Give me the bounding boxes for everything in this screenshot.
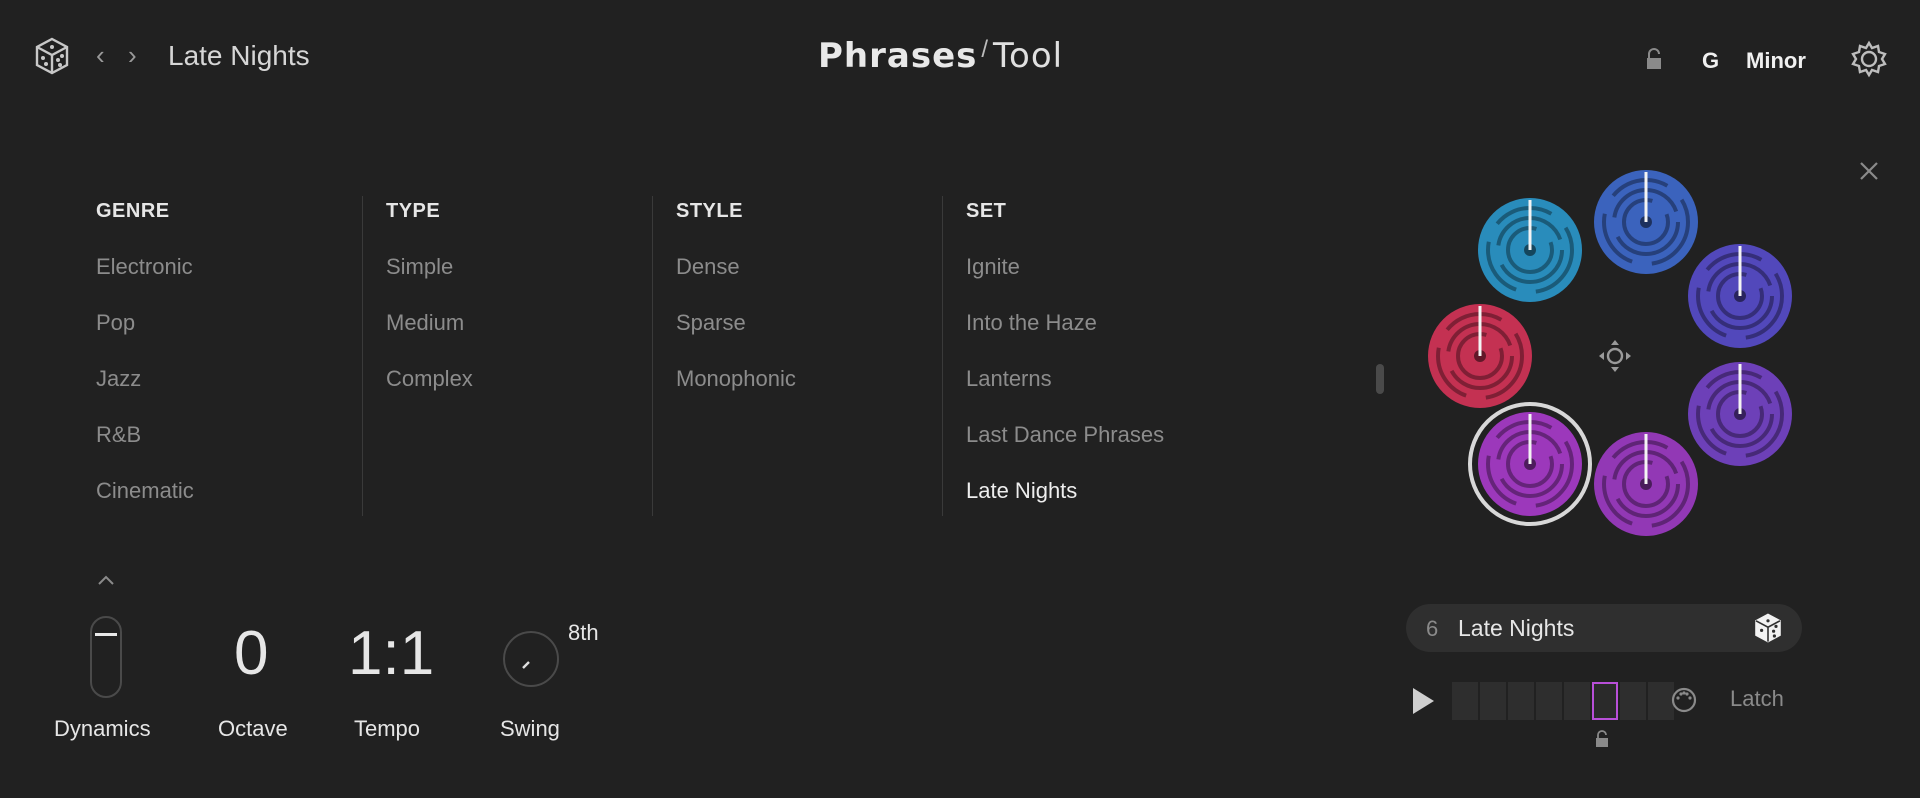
phrase-wheel[interactable] — [1400, 150, 1820, 550]
browser-item[interactable]: Jazz — [96, 366, 141, 392]
randomize-dice-icon[interactable] — [1752, 612, 1784, 644]
browser-item[interactable]: Sparse — [676, 310, 746, 336]
step-lock-icon[interactable] — [1594, 730, 1610, 750]
logo-bold-text: Phrases — [818, 36, 978, 76]
next-preset-button[interactable]: › — [128, 40, 137, 71]
dynamics-slider-handle[interactable] — [95, 633, 117, 636]
browser-item[interactable]: Into the Haze — [966, 310, 1097, 336]
phrase-name: Late Nights — [1458, 615, 1575, 641]
phrase-disc[interactable] — [1468, 402, 1592, 526]
logo-light-text: Tool — [993, 36, 1064, 76]
browser-item[interactable]: Medium — [386, 310, 464, 336]
sequence-step[interactable] — [1508, 682, 1534, 720]
move-icon[interactable] — [1599, 340, 1631, 372]
column-divider — [362, 196, 363, 516]
key-scale[interactable]: Minor — [1746, 48, 1806, 74]
browser-item[interactable]: Lanterns — [966, 366, 1052, 392]
column-heading-type: TYPE — [386, 200, 441, 222]
browser-item[interactable]: Late Nights — [966, 478, 1077, 504]
browser-item[interactable]: Last Dance Phrases — [966, 422, 1164, 448]
phrase-disc[interactable] — [1428, 304, 1532, 408]
swing-knob[interactable] — [502, 630, 560, 688]
lock-icon[interactable] — [1644, 48, 1664, 72]
column-heading-genre: GENRE — [96, 200, 170, 222]
swing-label: Swing — [500, 716, 560, 741]
midi-icon[interactable] — [1670, 686, 1698, 714]
current-phrase-bar[interactable]: 6 Late Nights — [1406, 604, 1802, 652]
tempo-label: Tempo — [354, 716, 421, 741]
browser-item[interactable]: Dense — [676, 254, 740, 280]
sequence-step[interactable] — [1564, 682, 1590, 720]
dynamics-label: Dynamics — [54, 716, 151, 741]
dice-icon[interactable] — [32, 36, 72, 76]
octave-value[interactable]: 0 — [234, 618, 268, 689]
sequence-step[interactable] — [1536, 682, 1562, 720]
octave-label: Octave — [218, 716, 288, 741]
browser-item[interactable]: Ignite — [966, 254, 1020, 280]
tempo-value[interactable]: 1:1 — [348, 618, 434, 689]
column-heading-style: STYLE — [676, 200, 743, 222]
browser-item[interactable]: R&B — [96, 422, 141, 448]
browser-item[interactable]: Electronic — [96, 254, 193, 280]
column-heading-set: SET — [966, 200, 1007, 222]
browser-item[interactable]: Monophonic — [676, 366, 796, 392]
browser-item[interactable]: Simple — [386, 254, 453, 280]
sequence-step[interactable] — [1452, 682, 1478, 720]
sequence-step[interactable] — [1480, 682, 1506, 720]
close-icon[interactable] — [1858, 160, 1880, 182]
phrase-disc[interactable] — [1594, 170, 1698, 274]
play-icon[interactable] — [1410, 686, 1436, 716]
sequence-step[interactable] — [1592, 682, 1618, 720]
key-root[interactable]: G — [1702, 48, 1719, 74]
latch-toggle[interactable]: Latch — [1730, 686, 1784, 712]
dynamics-slider[interactable] — [90, 616, 122, 698]
phrase-disc[interactable] — [1478, 198, 1582, 302]
column-divider — [942, 196, 943, 516]
preset-title: Late Nights — [168, 40, 310, 71]
column-divider — [652, 196, 653, 516]
browser-item[interactable]: Cinematic — [96, 478, 194, 504]
phrase-disc[interactable] — [1688, 244, 1792, 348]
browser-item[interactable]: Complex — [386, 366, 473, 392]
phrase-disc[interactable] — [1688, 362, 1792, 466]
sequence-step[interactable] — [1620, 682, 1646, 720]
phrase-disc[interactable] — [1594, 432, 1698, 536]
browser-scrollbar[interactable] — [1376, 364, 1384, 394]
collapse-chevron-icon[interactable] — [96, 572, 116, 588]
previous-preset-button[interactable]: ‹ — [96, 40, 105, 71]
app-logo: Phrases / Tool — [818, 36, 1064, 76]
swing-division[interactable]: 8th — [568, 620, 599, 646]
phrase-number: 6 — [1426, 616, 1439, 641]
gear-icon[interactable] — [1850, 40, 1888, 78]
browser-item[interactable]: Pop — [96, 310, 135, 336]
